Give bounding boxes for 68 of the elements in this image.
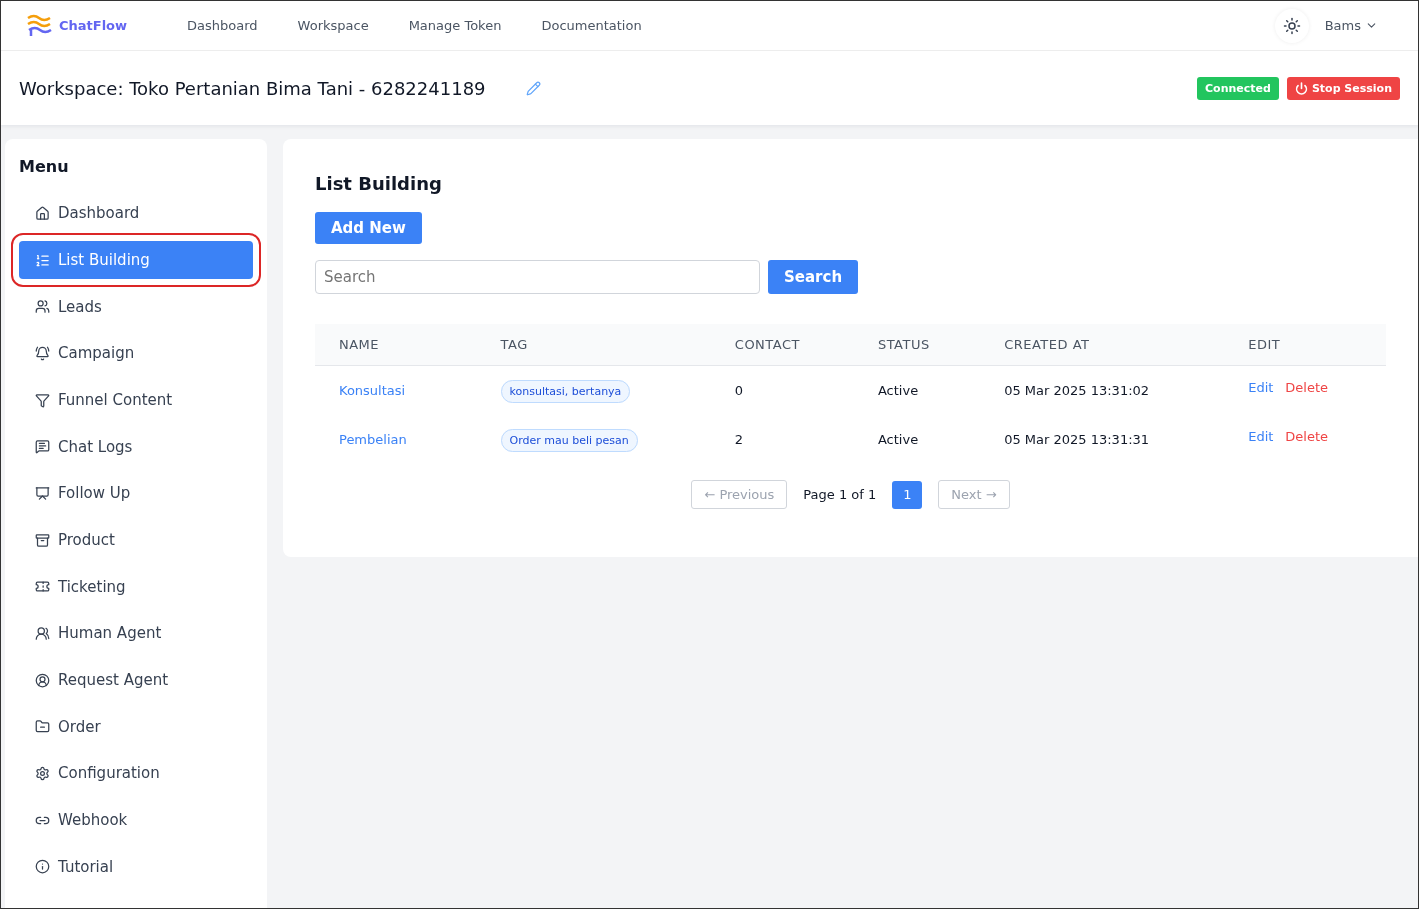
nav-link[interactable]: Dashboard [187, 18, 258, 33]
sidebar-item[interactable]: Funnel Content [19, 380, 253, 420]
sidebar-item[interactable]: Follow Up [19, 474, 253, 513]
sidebar-item[interactable]: Chat Logs [19, 427, 253, 467]
edit-link[interactable]: Edit [1248, 429, 1274, 444]
delete-link[interactable]: Delete [1285, 380, 1329, 395]
archive-box-icon [35, 532, 50, 548]
column-header: EDIT [1224, 324, 1386, 366]
brand-name: ChatFlow [59, 18, 128, 33]
tag-pill: konsultasi, bertanya [500, 380, 631, 403]
folder-icon [35, 719, 50, 735]
add-new-button[interactable]: Add New [315, 212, 422, 244]
sidebar-item[interactable]: Campaign [19, 334, 253, 373]
sidebar-item[interactable]: Request Agent [19, 660, 253, 700]
sidebar-item[interactable]: Human Agent [19, 614, 253, 653]
tag-pill: Order mau beli pesan [500, 429, 638, 452]
user-menu-button[interactable]: Bams [1318, 17, 1384, 34]
ticket-icon [35, 579, 50, 595]
chat-icon [35, 439, 50, 455]
menu-title: Menu [19, 157, 70, 176]
user-circle-icon [35, 672, 50, 688]
edit-link[interactable]: Edit [1248, 380, 1274, 395]
sidebar-item[interactable]: Configuration [19, 754, 253, 793]
nav-link[interactable]: Documentation [541, 18, 642, 33]
column-header: CREATED AT [980, 324, 1225, 366]
funnel-icon [35, 392, 50, 408]
name-link[interactable]: Pembelian [339, 432, 407, 447]
info-icon [35, 859, 50, 875]
nav-link[interactable]: Workspace [297, 18, 369, 33]
sidebar-item[interactable]: Tutorial [19, 847, 253, 887]
house-icon [35, 205, 50, 221]
page-number-button[interactable]: 1 [892, 480, 923, 509]
created-at-text: 05 Mar 2025 13:31:02 [1004, 383, 1150, 398]
sidebar-item[interactable]: Order [19, 707, 253, 747]
users-icon [35, 299, 50, 315]
logo-icon [25, 13, 53, 38]
search-field[interactable]: Search [315, 260, 760, 294]
sidebar-item[interactable]: Webhook [19, 800, 253, 840]
people-icon [35, 625, 50, 641]
page-info: Page 1 of 1 [803, 487, 877, 502]
created-at-text: 05 Mar 2025 13:31:31 [1004, 432, 1150, 447]
power-icon [1294, 81, 1308, 95]
column-header: CONTACT [710, 324, 854, 366]
status-text: Active [877, 383, 919, 398]
contact-count: 2 [734, 432, 744, 447]
sidebar-item[interactable]: Product [19, 520, 253, 560]
workspace-title: Workspace: Toko Pertanian Bima Tani - 6282241189 [19, 77, 486, 99]
chart-board-icon [35, 485, 50, 501]
column-header: STATUS [853, 324, 981, 366]
nav-link[interactable]: Manage Token [408, 18, 502, 33]
sidebar-item[interactable]: Ticketing [19, 567, 253, 607]
status-text: Active [877, 432, 919, 447]
contact-count: 0 [734, 383, 744, 398]
sun-icon [1282, 16, 1301, 35]
status-badge: Connected [1197, 76, 1279, 100]
settings-icon [35, 765, 50, 781]
stop-session-button[interactable]: Stop Session [1286, 76, 1400, 100]
sidebar-item[interactable]: Leads [19, 287, 253, 326]
list-icon [35, 252, 50, 268]
theme-toggle-button[interactable] [1274, 8, 1309, 43]
search-button[interactable]: Search [768, 260, 859, 294]
delete-link[interactable]: Delete [1285, 429, 1329, 444]
name-link[interactable]: Konsultasi [339, 383, 406, 398]
sidebar-item[interactable]: Dashboard [19, 194, 253, 233]
bell-icon [35, 345, 50, 361]
column-header: NAME [315, 324, 477, 366]
page-title: List Building [315, 173, 443, 194]
column-header: TAG [476, 324, 711, 366]
